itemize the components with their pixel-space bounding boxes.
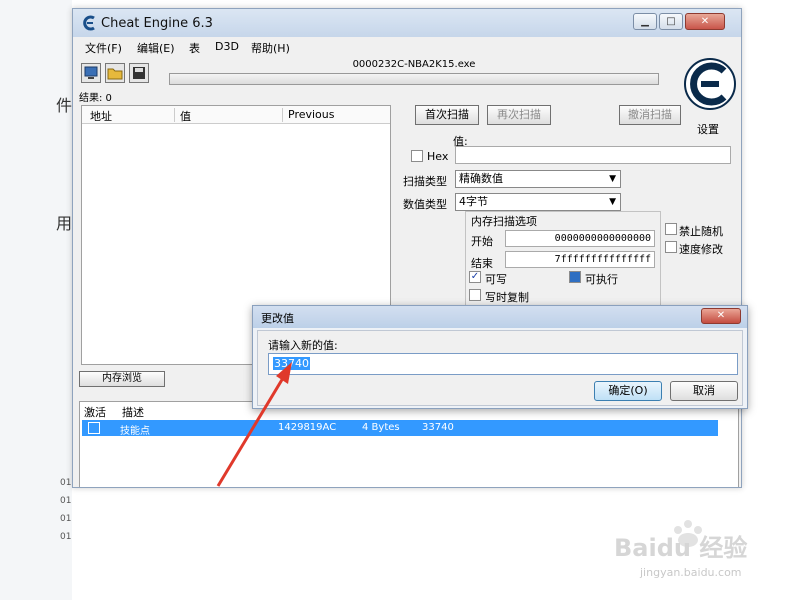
executable-label: 可执行 <box>585 273 618 286</box>
address-list-header: 地址 值 Previous <box>82 106 390 124</box>
save-button[interactable] <box>129 63 149 83</box>
ok-button[interactable]: 确定(O) <box>594 381 662 401</box>
scan-value-input[interactable] <box>455 146 731 164</box>
bg-fragment: 01 <box>60 532 72 542</box>
open-file-button[interactable] <box>105 63 125 83</box>
row-type: 4 Bytes <box>362 422 400 433</box>
undo-scan-button[interactable]: 撤消扫描 <box>619 105 681 125</box>
window-title: Cheat Engine 6.3 <box>101 16 213 31</box>
dialog-title-bar: 更改值 ✕ <box>253 306 747 328</box>
dialog-prompt: 请输入新的值: <box>268 339 338 352</box>
chevron-down-icon: ▼ <box>609 197 616 207</box>
speedhack-checkbox[interactable] <box>665 241 677 253</box>
chevron-down-icon: ▼ <box>609 174 616 184</box>
column-address[interactable]: 地址 <box>90 108 112 124</box>
scan-type-select[interactable]: 精确数值 ▼ <box>455 170 621 188</box>
watermark-text: Baidu 经验 <box>614 534 748 562</box>
next-scan-button[interactable]: 再次扫描 <box>487 105 551 125</box>
column-divider <box>282 108 283 122</box>
row-address: 1429819AC <box>278 422 337 433</box>
start-label: 开始 <box>471 235 493 248</box>
cancel-button[interactable]: 取消 <box>670 381 738 401</box>
first-scan-button[interactable]: 首次扫描 <box>415 105 479 125</box>
value-type-label: 数值类型 <box>403 198 447 211</box>
start-address-input[interactable]: 0000000000000000 <box>505 230 655 247</box>
executable-checkbox[interactable] <box>569 271 581 283</box>
column-description[interactable]: 描述 <box>122 404 144 420</box>
copy-on-write-checkbox[interactable] <box>469 289 481 301</box>
bg-fragment: 01 <box>60 514 72 524</box>
row-value: 33740 <box>422 422 454 433</box>
value-type-value: 4字节 <box>459 195 488 208</box>
speedhack-label: 速度修改 <box>679 243 723 256</box>
memory-scan-options-title: 内存扫描选项 <box>471 213 537 229</box>
writable-label: 可写 <box>485 273 507 286</box>
scan-progress-bar <box>169 73 659 85</box>
cheat-engine-icon <box>83 15 95 31</box>
stop-address-input[interactable]: 7fffffffffffffff <box>505 251 655 268</box>
dialog-title: 更改值 <box>261 312 294 325</box>
change-value-dialog: 更改值 ✕ 请输入新的值: 33740 确定(O) 取消 <box>252 305 748 409</box>
process-name: 0000232C-NBA2K15.exe <box>352 59 476 70</box>
cheat-table[interactable]: 激活 描述 技能点 1429819AC 4 Bytes 33740 <box>79 401 739 487</box>
menu-edit[interactable]: 编辑(E) <box>137 40 175 56</box>
value-type-select[interactable]: 4字节 ▼ <box>455 193 621 211</box>
active-checkbox[interactable] <box>88 422 100 434</box>
scan-type-label: 扫描类型 <box>403 175 447 188</box>
menu-bar: 文件(F) 编辑(E) 表 D3D 帮助(H) <box>73 37 741 57</box>
column-divider <box>174 108 175 122</box>
stop-label: 结束 <box>471 257 493 270</box>
scan-type-value: 精确数值 <box>459 172 503 185</box>
minimize-button[interactable]: ▁ <box>633 13 657 30</box>
column-value[interactable]: 值 <box>180 108 191 124</box>
watermark-subtext: jingyan.baidu.com <box>640 566 742 579</box>
floppy-disk-icon <box>133 67 145 79</box>
dialog-body: 请输入新的值: 33740 确定(O) 取消 <box>257 330 743 406</box>
desktop-background: 件 用 01 01 01 01 <box>0 0 72 600</box>
writable-checkbox[interactable]: ✓ <box>469 271 481 283</box>
bg-fragment: 件 <box>56 96 73 115</box>
memory-view-button[interactable]: 内存浏览 <box>79 371 165 387</box>
menu-d3d[interactable]: D3D <box>215 40 239 53</box>
hex-label: Hex <box>427 150 449 163</box>
bg-fragment: 01 <box>60 478 72 488</box>
open-process-button[interactable] <box>81 63 101 83</box>
results-count: 结果: 0 <box>79 93 112 104</box>
table-row[interactable]: 技能点 1429819AC 4 Bytes 33740 <box>82 420 718 437</box>
bg-fragment: 01 <box>60 496 72 506</box>
close-button[interactable]: ✕ <box>685 13 725 30</box>
hex-checkbox[interactable] <box>411 150 423 162</box>
copy-on-write-label: 写时复制 <box>485 291 529 304</box>
new-value-text: 33740 <box>273 357 310 370</box>
column-previous[interactable]: Previous <box>288 108 335 121</box>
bg-fragment: 用 <box>56 214 73 233</box>
maximize-button[interactable]: □ <box>659 13 683 30</box>
menu-table[interactable]: 表 <box>189 40 200 56</box>
title-bar: Cheat Engine 6.3 ▁ □ ✕ <box>73 9 741 37</box>
column-active[interactable]: 激活 <box>84 404 106 420</box>
new-value-input[interactable]: 33740 <box>268 353 738 375</box>
cheat-engine-logo-icon[interactable] <box>683 57 737 111</box>
menu-help[interactable]: 帮助(H) <box>251 40 290 56</box>
disable-random-label: 禁止随机 <box>679 225 723 238</box>
dialog-close-button[interactable]: ✕ <box>701 308 741 324</box>
computer-icon <box>84 66 98 79</box>
cheat-engine-window: Cheat Engine 6.3 ▁ □ ✕ 文件(F) 编辑(E) 表 D3D… <box>72 8 742 488</box>
disable-random-checkbox[interactable] <box>665 223 677 235</box>
menu-file[interactable]: 文件(F) <box>85 40 122 56</box>
folder-icon <box>107 68 123 80</box>
settings-label[interactable]: 设置 <box>697 121 719 137</box>
row-description: 技能点 <box>120 426 150 437</box>
